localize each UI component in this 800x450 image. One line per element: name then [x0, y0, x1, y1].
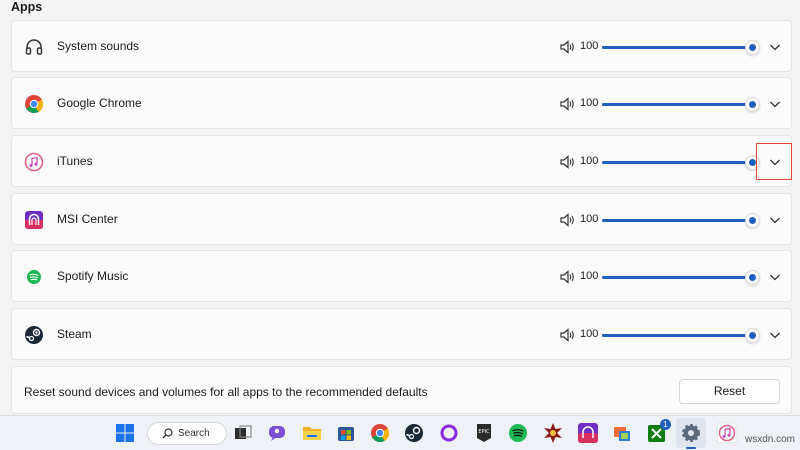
speaker-icon[interactable] — [560, 270, 575, 284]
chevron-down-icon[interactable] — [769, 42, 781, 52]
chrome-icon — [25, 95, 44, 114]
msi-center-icon[interactable] — [577, 422, 599, 444]
chevron-down-icon[interactable] — [769, 99, 781, 109]
spotify-icon — [27, 270, 41, 284]
taskbar: Search EPIC 1 — [0, 415, 800, 450]
search-icon — [162, 428, 173, 439]
chat-icon[interactable] — [266, 422, 288, 444]
volume-slider-fill — [602, 219, 752, 222]
volume-slider-track[interactable] — [602, 334, 752, 337]
volume-value: 100 — [580, 155, 599, 167]
volume-slider-track[interactable] — [602, 219, 752, 222]
steam-icon — [25, 326, 43, 344]
chevron-down-icon[interactable] — [769, 330, 781, 340]
volume-slider-fill — [602, 103, 752, 106]
volume-slider-thumb[interactable] — [745, 270, 760, 285]
volume-slider-fill — [602, 161, 752, 164]
volume-value: 100 — [580, 97, 599, 109]
epic-games-icon[interactable]: EPIC — [473, 422, 495, 444]
app-row-itunes[interactable]: iTunes 100 — [11, 135, 792, 187]
cortana-icon[interactable] — [438, 422, 460, 444]
app-name: System sounds — [57, 39, 140, 53]
taskbar-search[interactable]: Search — [147, 422, 227, 445]
speaker-icon[interactable] — [560, 155, 575, 169]
volume-slider-fill — [602, 46, 752, 49]
app-name: Spotify Music — [57, 269, 129, 283]
speaker-icon[interactable] — [560, 40, 575, 54]
volume-slider-thumb[interactable] — [745, 328, 760, 343]
app-row-spotify-music[interactable]: Spotify Music 100 — [11, 250, 792, 302]
app-row-steam[interactable]: Steam 100 — [11, 308, 792, 360]
reset-description: Reset sound devices and volumes for all … — [24, 385, 428, 399]
app-row-system-sounds[interactable]: System sounds 100 — [11, 20, 792, 72]
highlight-box — [756, 143, 792, 180]
snipping-icon[interactable] — [611, 422, 633, 444]
chrome-icon[interactable] — [369, 422, 391, 444]
volume-slider-track[interactable] — [602, 46, 752, 49]
search-label: Search — [178, 428, 210, 439]
spotify-icon[interactable] — [507, 422, 529, 444]
volume-slider-thumb[interactable] — [745, 40, 760, 55]
chevron-down-icon[interactable] — [769, 272, 781, 282]
steam-icon[interactable] — [403, 422, 425, 444]
volume-slider-fill — [602, 276, 752, 279]
reset-button[interactable]: Reset — [679, 379, 780, 404]
volume-value: 100 — [580, 40, 599, 52]
notification-badge: 1 — [660, 419, 671, 430]
volume-value: 100 — [580, 213, 599, 225]
file-explorer-icon[interactable] — [301, 422, 323, 444]
apps-section-title: Apps — [11, 0, 43, 14]
reset-defaults-row: Reset sound devices and volumes for all … — [11, 366, 792, 414]
headphones-icon — [25, 39, 43, 55]
app-row-google-chrome[interactable]: Google Chrome 100 — [11, 77, 792, 129]
volume-slider-thumb[interactable] — [745, 97, 760, 112]
volume-slider-track[interactable] — [602, 103, 752, 106]
msi-center-icon — [25, 211, 43, 229]
game-icon[interactable] — [542, 422, 564, 444]
app-row-msi-center[interactable]: MSI Center 100 — [11, 193, 792, 245]
app-name: iTunes — [57, 154, 93, 168]
app-name: MSI Center — [57, 212, 118, 226]
speaker-icon[interactable] — [560, 97, 575, 111]
app-name: Steam — [57, 327, 92, 341]
active-app-indicator — [686, 447, 696, 449]
volume-value: 100 — [580, 328, 599, 340]
speaker-icon[interactable] — [560, 328, 575, 342]
speaker-icon[interactable] — [560, 213, 575, 227]
itunes-icon — [24, 152, 44, 172]
volume-slider-thumb[interactable] — [745, 213, 760, 228]
start-icon[interactable] — [114, 422, 136, 444]
volume-value: 100 — [580, 270, 599, 282]
watermark: wsxdn.com — [745, 434, 796, 445]
settings-icon[interactable] — [680, 422, 702, 444]
volume-slider-track[interactable] — [602, 276, 752, 279]
chevron-down-icon[interactable] — [769, 215, 781, 225]
store-icon[interactable] — [335, 422, 357, 444]
svg-text:EPIC: EPIC — [478, 429, 490, 435]
task-view-icon[interactable] — [232, 422, 254, 444]
volume-slider-track[interactable] — [602, 161, 752, 164]
itunes-icon[interactable] — [716, 422, 738, 444]
app-name: Google Chrome — [57, 96, 142, 110]
volume-slider-fill — [602, 334, 752, 337]
